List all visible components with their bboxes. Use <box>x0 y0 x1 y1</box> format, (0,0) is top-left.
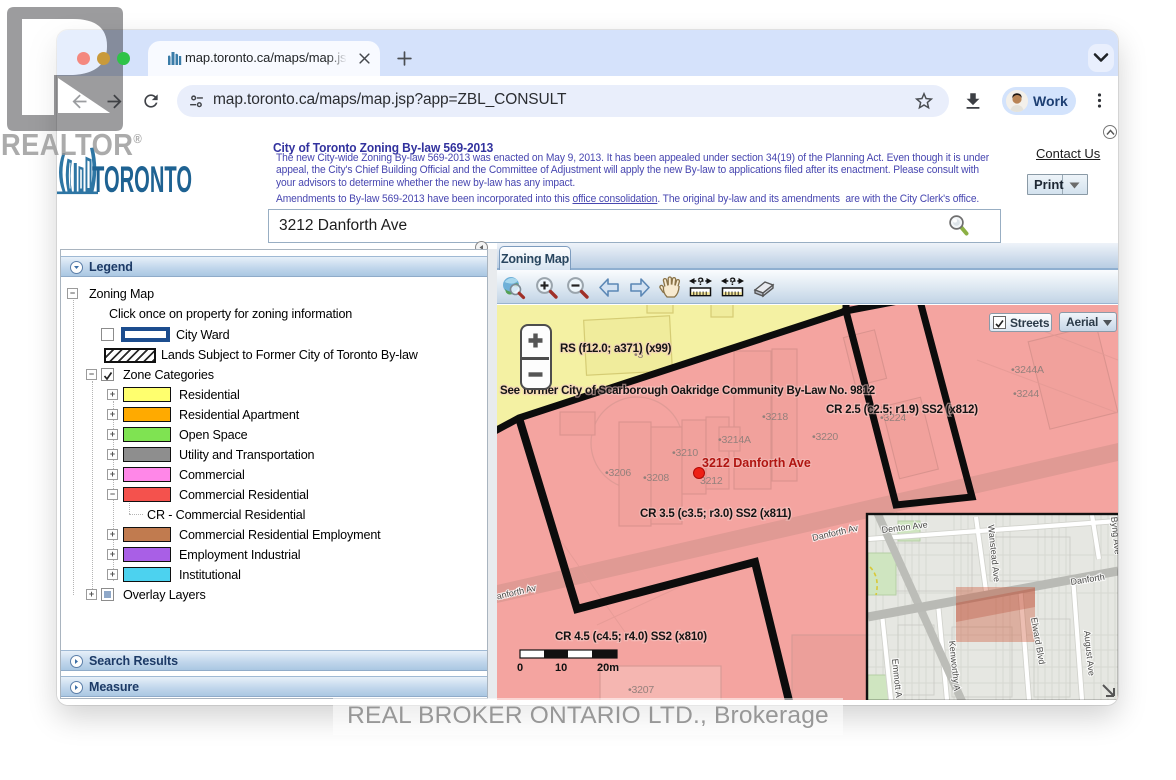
svg-text:10: 10 <box>555 662 567 674</box>
svg-text:CR 2.5 (c2.5; r1.9) SS2 (x812): CR 2.5 (c2.5; r1.9) SS2 (x812) <box>826 404 978 416</box>
svg-text:•3220: •3220 <box>812 431 838 443</box>
svg-text:TORONTO: TORONTO <box>92 159 192 200</box>
svg-text:•3206: •3206 <box>605 467 631 479</box>
svg-text:See former City of Scarborough: See former City of Scarborough Oakridge … <box>500 385 875 397</box>
svg-text:3212 Danforth Ave: 3212 Danforth Ave <box>702 456 811 470</box>
svg-text:•3244A: •3244A <box>1011 364 1044 376</box>
svg-text:RS (f12.0; a371) (x99): RS (f12.0; a371) (x99) <box>560 343 672 355</box>
svg-text:•3210: •3210 <box>672 447 698 459</box>
svg-text:0: 0 <box>517 662 523 674</box>
svg-text:•3208: •3208 <box>643 472 669 484</box>
svg-text:?: ? <box>697 276 704 288</box>
svg-text:•3214A: •3214A <box>718 434 751 446</box>
svg-text:?: ? <box>729 276 736 288</box>
svg-text:•3218: •3218 <box>762 411 788 423</box>
svg-text:•3244: •3244 <box>1013 388 1039 400</box>
svg-text:CR 4.5 (c4.5; r4.0) SS2 (x810: CR 4.5 (c4.5; r4.0) SS2 (x810) <box>555 631 707 643</box>
svg-text:CR 3.5 (c3.5; r3.0) SS2 (x811: CR 3.5 (c3.5; r3.0) SS2 (x811) <box>640 508 792 520</box>
svg-text:•3207: •3207 <box>628 684 654 696</box>
svg-text:20m: 20m <box>597 662 619 674</box>
